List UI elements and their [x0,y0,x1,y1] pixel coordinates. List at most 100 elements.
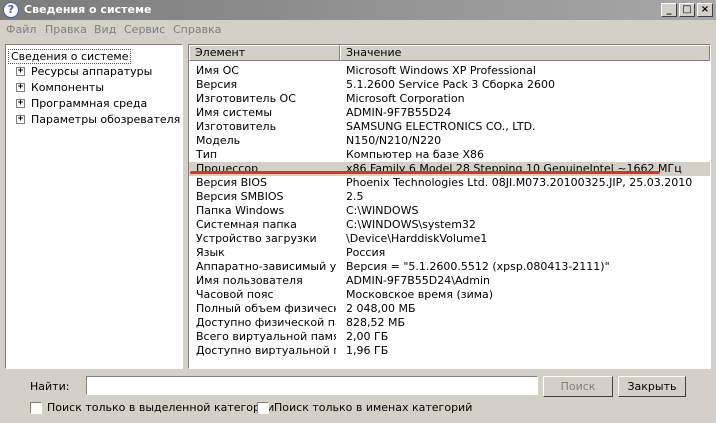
menu-tools[interactable]: Сервис [124,23,165,36]
row-element: Версия SMBIOS [196,190,284,203]
table-row[interactable]: Тип Компьютер на базе X86 [189,148,710,162]
row-value: Компьютер на базе X86 [346,148,485,161]
tree-item-label: Параметры обозревателя [31,113,181,126]
row-value: N150/N210/N220 [346,134,442,147]
row-element: Доступно виртуальной па... [196,344,336,357]
title-bar[interactable]: ? Сведения о системе _ □ × [0,0,716,20]
row-value: Microsoft Windows XP Professional [346,64,536,77]
row-element: Системная папка [196,218,297,231]
table-row[interactable]: Версия BIOS Phoenix Technologies Ltd. 08J… [189,176,710,190]
table-row[interactable]: Имя пользователя ADMIN-9F7B55D24\Admin [189,274,710,288]
row-element: Модель [196,134,241,147]
column-header-element[interactable]: Элемент [189,45,340,61]
row-element: Тип [196,148,218,161]
row-element: Доступно физической па... [196,316,336,329]
row-value: ADMIN-9F7B55D24\Admin [346,274,491,287]
tree-root-label: Сведения о системе [8,49,132,64]
table-row[interactable]: Имя ОС Microsoft Windows XP Professional [189,64,710,78]
tree-item-label: Ресурсы аппаратуры [31,65,153,78]
row-element: Часовой пояс [196,288,274,301]
window-title: Сведения о системе [24,3,152,16]
row-value: C:\WINDOWS [346,204,419,217]
tree-item-browser-settings[interactable]: + Параметры обозревателя [6,112,182,127]
table-row[interactable]: Системная папка C:\WINDOWS\system32 [189,218,710,232]
row-element: Аппаратно-зависимый ур... [196,260,336,273]
menu-help[interactable]: Справка [173,23,221,36]
row-value: 2,00 ГБ [346,330,389,343]
row-value: 2.5 [346,190,364,203]
row-element: Устройство загрузки [196,232,317,245]
tree-item-label: Компоненты [31,81,105,94]
menu-edit[interactable]: Правка [45,23,87,36]
row-value: Московское время (зима) [346,288,494,301]
row-value: 5.1.2600 Service Pack 3 Сборка 2600 [346,78,555,91]
row-value: Phoenix Technologies Ltd. 08JI.M073.2010… [346,176,693,189]
column-header-value[interactable]: Значение [340,45,710,61]
tree-item-components[interactable]: + Компоненты [6,80,182,95]
row-element: Версия BIOS [196,176,268,189]
row-element: Всего виртуальной памяти [196,330,336,343]
table-row[interactable]: Версия SMBIOS 2.5 [189,190,710,204]
system-info-window: ? Сведения о системе _ □ × Файл Правка В… [0,0,716,423]
row-value: ADMIN-9F7B55D24 [346,106,452,119]
table-row[interactable]: Имя системы ADMIN-9F7B55D24 [189,106,710,120]
row-value: Microsoft Corporation [346,92,465,105]
table-row[interactable]: Полный объем физическ... 2 048,00 МБ [189,302,710,316]
expand-icon[interactable]: + [16,67,25,76]
maximize-button[interactable]: □ [679,3,695,17]
find-input[interactable] [86,376,538,395]
checkbox-selected-category-label: Поиск только в выделенной категории [47,401,275,414]
row-value: 828,52 МБ [346,316,406,329]
row-element: Язык [196,246,225,259]
highlight-underline [190,171,660,174]
minimize-button[interactable]: _ [661,3,677,17]
tree-item-label: Программная среда [31,97,148,110]
table-row[interactable]: Доступно виртуальной па... 1,96 ГБ [189,344,710,358]
expand-icon[interactable]: + [16,115,25,124]
expand-icon[interactable]: + [16,99,25,108]
help-icon: ? [3,2,19,18]
row-element: Версия [196,78,238,91]
tree-item-hardware-resources[interactable]: + Ресурсы аппаратуры [6,64,182,79]
close-find-button[interactable]: Закрыть [618,376,686,397]
row-value: 2 048,00 МБ [346,302,416,315]
menu-file[interactable]: Файл [6,23,36,36]
table-row[interactable]: Изготовитель ОС Microsoft Corporation [189,92,710,106]
checkbox-category-names[interactable] [257,402,269,414]
row-element: Имя системы [196,106,273,119]
find-label: Найти: [30,380,70,393]
row-value: 1,96 ГБ [346,344,389,357]
checkbox-selected-category[interactable] [30,402,42,414]
tree-item-software-environment[interactable]: + Программная среда [6,96,182,111]
search-button[interactable]: Поиск [543,376,613,397]
expand-icon[interactable]: + [16,83,25,92]
row-element: Изготовитель ОС [196,92,296,105]
details-list[interactable]: Элемент Значение Имя ОС Microsoft Windows… [188,44,711,369]
table-row[interactable]: Доступно физической па... 828,52 МБ [189,316,710,330]
menu-bar: Файл Правка Вид Сервис Справка [0,20,716,40]
table-row[interactable]: Часовой пояс Московское время (зима) [189,288,710,302]
category-tree[interactable]: Сведения о системе + Ресурсы аппаратуры … [5,44,183,369]
table-row[interactable]: Устройство загрузки \Device\HarddiskVolum… [189,232,710,246]
row-value: \Device\HarddiskVolume1 [346,232,488,245]
close-button[interactable]: × [697,3,713,17]
table-row[interactable]: Папка Windows C:\WINDOWS [189,204,710,218]
row-value: C:\WINDOWS\system32 [346,218,476,231]
table-row[interactable]: Версия 5.1.2600 Service Pack 3 Сборка 260… [189,78,710,92]
row-element: Изготовитель [196,120,277,133]
table-row[interactable]: Модель N150/N210/N220 [189,134,710,148]
row-element: Имя ОС [196,64,239,77]
table-row[interactable]: Всего виртуальной памяти 2,00 ГБ [189,330,710,344]
row-value: SAMSUNG ELECTRONICS CO., LTD. [346,120,536,133]
tree-root[interactable]: Сведения о системе [6,47,182,64]
table-row[interactable]: Аппаратно-зависимый ур... Версия = "5.1.2… [189,260,710,274]
row-value: Россия [346,246,386,259]
table-row[interactable]: Изготовитель SAMSUNG ELECTRONICS CO., LTD… [189,120,710,134]
row-element: Папка Windows [196,204,285,217]
checkbox-category-names-label: Поиск только в именах категорий [274,401,473,414]
row-element: Имя пользователя [196,274,303,287]
row-element: Полный объем физическ... [196,302,336,315]
row-value: Версия = "5.1.2600.5512 (xpsp.080413-211… [346,260,610,273]
menu-view[interactable]: Вид [94,23,116,36]
table-row[interactable]: Язык Россия [189,246,710,260]
